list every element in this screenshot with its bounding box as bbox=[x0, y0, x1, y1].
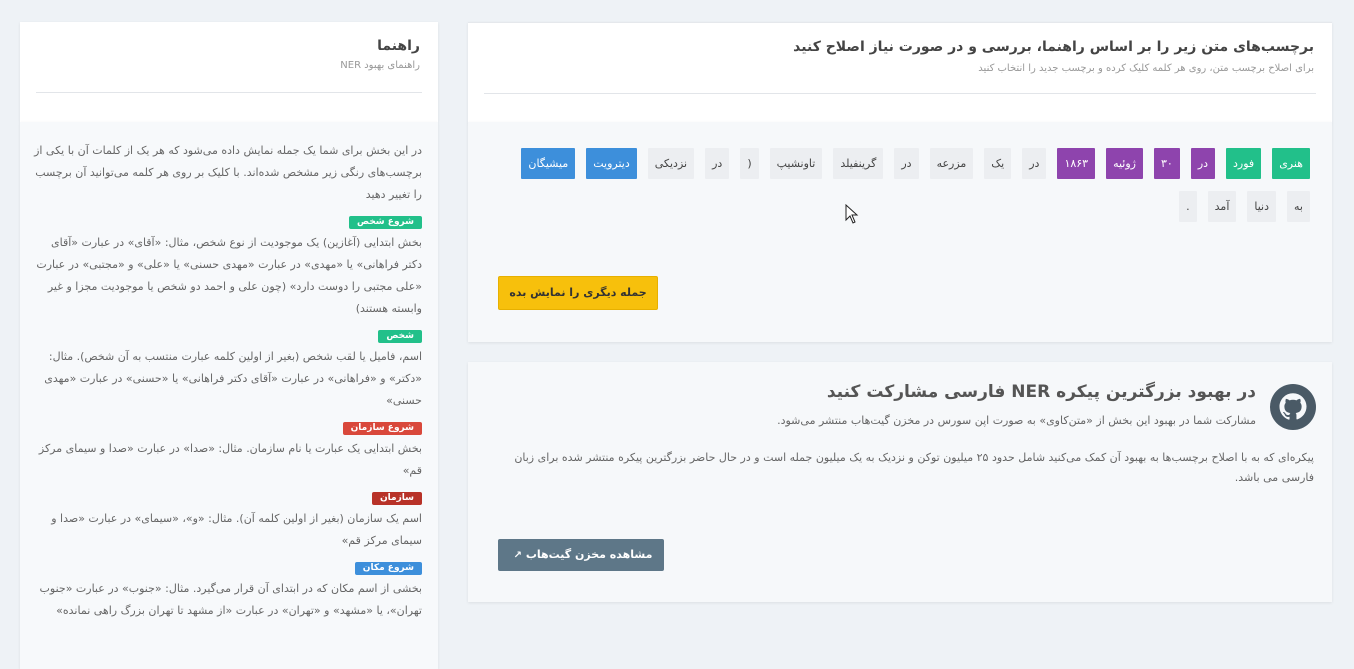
token[interactable]: ژوئیه bbox=[1106, 148, 1143, 179]
guide-header-card: راهنما راهنمای بهبود NER bbox=[20, 22, 438, 122]
token-list: هنری فورد در ۳۰ ژوئیه ۱۸۶۳ در یک مزرعه در گرینفیلد… bbox=[510, 148, 1310, 222]
divider bbox=[484, 93, 1316, 94]
token[interactable]: یک bbox=[984, 148, 1012, 179]
label-badge: شروع شخص bbox=[349, 216, 422, 229]
guide-subtitle: راهنمای بهبود NER bbox=[340, 60, 420, 71]
page-subtitle: برای اصلاح برچسب متن، روی هر کلمه کلیک ک… bbox=[978, 63, 1314, 74]
main-header-card: برچسب‌های متن زیر را بر اساس راهنما، برر… bbox=[468, 22, 1332, 123]
token[interactable]: هنری bbox=[1272, 148, 1310, 179]
repo-card: در بهبود بزرگترین پیکره NER فارسی مشارکت… bbox=[468, 362, 1332, 602]
token[interactable]: ۳۰ bbox=[1153, 148, 1180, 179]
guide-intro: در این بخش برای شما یک جمله نمایش داده م… bbox=[34, 144, 422, 201]
token[interactable]: ( bbox=[740, 148, 759, 179]
next-sentence-button[interactable]: جمله دیگری را نمایش بده bbox=[498, 276, 658, 310]
token[interactable]: . bbox=[1179, 191, 1197, 222]
github-icon bbox=[1270, 384, 1316, 430]
token[interactable]: گرینفیلد bbox=[833, 148, 884, 179]
token[interactable]: در bbox=[1022, 148, 1047, 179]
sentence-panel: هنری فورد در ۳۰ ژوئیه ۱۸۶۳ در یک مزرعه در گرینفیلد… bbox=[468, 122, 1332, 342]
token[interactable]: آمد bbox=[1207, 191, 1237, 222]
token[interactable]: دنیا bbox=[1247, 191, 1277, 222]
label-description: بخشی از اسم مکان که در ابتدای آن قرار می… bbox=[39, 582, 422, 617]
token[interactable]: تاونشیپ bbox=[769, 148, 823, 179]
guide-body[interactable]: در این بخش برای شما یک جمله نمایش داده م… bbox=[20, 122, 438, 669]
guide-content: در این بخش برای شما یک جمله نمایش داده م… bbox=[34, 140, 422, 622]
mouse-cursor-icon bbox=[845, 204, 859, 224]
repo-description: پیکره‌ای که به با اصلاح برچسب‌ها به بهبو… bbox=[514, 451, 1314, 484]
label-description: بخش ابتدایی یک عبارت یا نام سازمان. مثال… bbox=[38, 442, 422, 477]
token[interactable]: فورد bbox=[1226, 148, 1262, 179]
guide-title: راهنما bbox=[377, 38, 420, 54]
token[interactable]: به bbox=[1287, 191, 1310, 222]
token[interactable]: در bbox=[1190, 148, 1216, 179]
external-link-icon: ↗ bbox=[513, 550, 522, 561]
divider bbox=[36, 92, 422, 93]
token[interactable]: در bbox=[894, 148, 919, 179]
token[interactable]: میشیگان bbox=[521, 148, 576, 179]
label-badge: شروع سازمان bbox=[342, 422, 422, 435]
token[interactable]: ۱۸۶۳ bbox=[1057, 148, 1096, 179]
repo-subtitle: مشارکت شما در بهبود این بخش از «متن‌کاوی… bbox=[777, 414, 1256, 427]
label-badge: شروع مکان bbox=[354, 562, 422, 575]
label-description: اسم، فامیل یا لقب شخص (بغیر از اولین کلم… bbox=[44, 350, 422, 407]
page-title: برچسب‌های متن زیر را بر اساس راهنما، برر… bbox=[793, 39, 1314, 55]
token[interactable]: نزدیکی bbox=[647, 148, 695, 179]
repo-title: در بهبود بزرگترین پیکره NER فارسی مشارکت… bbox=[826, 382, 1256, 402]
label-badge: شخص bbox=[378, 330, 422, 343]
view-repo-button[interactable]: مشاهده مخزن گیت‌هاب ↗ bbox=[498, 539, 664, 571]
label-description: بخش ابتدایی (آغازین) یک موجودیت از نوع ش… bbox=[36, 236, 422, 315]
token[interactable]: دیترویت bbox=[586, 148, 637, 179]
token[interactable]: مزرعه bbox=[929, 148, 974, 179]
repo-button-label: مشاهده مخزن گیت‌هاب bbox=[525, 548, 653, 561]
token[interactable]: در bbox=[705, 148, 730, 179]
label-description: اسم یک سازمان (بغیر از اولین کلمه آن). م… bbox=[51, 512, 422, 547]
label-badge: سازمان bbox=[371, 492, 422, 505]
